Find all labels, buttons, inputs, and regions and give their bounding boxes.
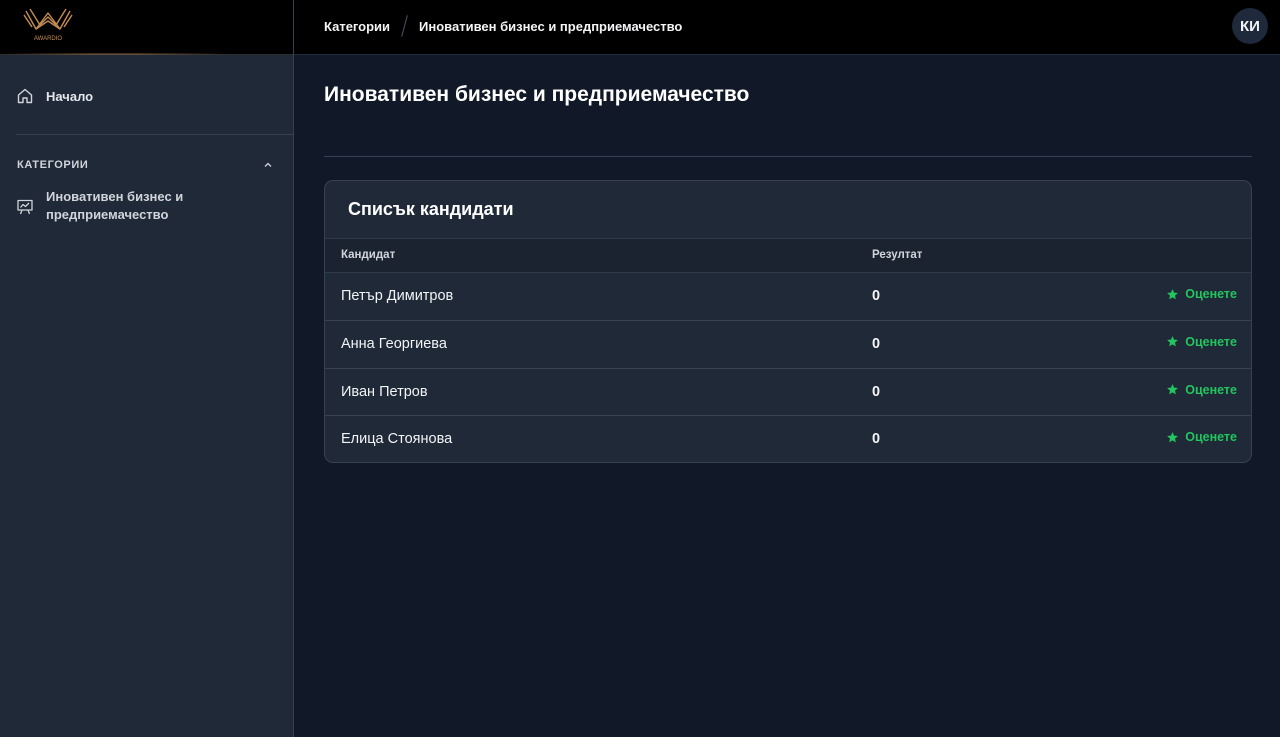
star-icon: [1167, 431, 1179, 443]
sidebar-item-category[interactable]: Иновативен бизнес и предприемачество: [16, 188, 276, 224]
table-header: Кандидат Резултат: [325, 238, 1251, 273]
star-icon: [1167, 288, 1179, 299]
rate-button[interactable]: Оценете: [1166, 287, 1237, 301]
content-divider: [324, 156, 1252, 157]
sidebar: AWARDIO Начало КАТЕГОРИИ Иновативен бизн…: [0, 0, 294, 737]
user-avatar[interactable]: КИ: [1232, 8, 1268, 44]
sidebar-item-category-label: Иновативен бизнес и предприемачество: [46, 189, 184, 222]
breadcrumb-categories-link[interactable]: Категории: [324, 19, 390, 34]
star-icon: [1167, 336, 1179, 347]
breadcrumb-current: Иновативен бизнес и предприемачество: [419, 18, 683, 34]
app: AWARDIO Начало КАТЕГОРИИ Иновативен бизн…: [0, 0, 1280, 737]
rate-button-label: Оценете: [1185, 287, 1237, 301]
presentation-chart-icon: [17, 199, 33, 215]
categories-heading: КАТЕГОРИИ: [17, 159, 89, 171]
column-header-score: Резултат: [872, 249, 923, 261]
column-header-candidate: Кандидат: [341, 249, 396, 261]
table-row: Иван Петров 0 Оценете: [325, 369, 1251, 417]
chevron-up-icon: [264, 162, 272, 167]
rate-button-label: Оценете: [1185, 430, 1237, 445]
card-title: Списък кандидати: [348, 199, 514, 219]
logo-area: AWARDIO: [0, 0, 293, 55]
candidates-card: Списък кандидати Кандидат Резултат Петър…: [324, 180, 1252, 463]
rate-button-label: Оценете: [1185, 382, 1237, 397]
logo-text: AWARDIO: [34, 36, 63, 42]
table-body: Петър Димитров 0 Оценете Анна Георгиева …: [325, 273, 1251, 462]
sidebar-item-home-label: Начало: [46, 88, 94, 104]
home-icon: [17, 88, 33, 104]
candidate-score: 0: [872, 383, 881, 400]
logo-glow: [0, 53, 230, 55]
rate-button[interactable]: Оценете: [1166, 335, 1237, 349]
candidate-name: Иван Петров: [341, 383, 428, 400]
categories-section-toggle[interactable]: КАТЕГОРИИ: [17, 156, 273, 174]
sidebar-divider: [16, 134, 293, 135]
star-icon: [1167, 384, 1179, 395]
rate-button-label: Оценете: [1185, 334, 1237, 349]
breadcrumb: Категории Иновативен бизнес и предприема…: [324, 0, 682, 52]
sidebar-item-home[interactable]: Начало: [16, 84, 276, 108]
main-content: Иновативен бизнес и предприемачество Спи…: [294, 55, 1280, 737]
table-row: Анна Георгиева 0 Оценете: [325, 321, 1251, 369]
candidate-score: 0: [872, 288, 881, 304]
candidate-name: Петър Димитров: [341, 288, 454, 304]
candidate-name: Анна Георгиева: [341, 335, 447, 352]
rate-button[interactable]: Оценете: [1166, 383, 1237, 397]
rate-button[interactable]: Оценете: [1166, 430, 1237, 444]
candidate-score: 0: [872, 431, 881, 448]
candidate-name: Елица Стоянова: [341, 431, 453, 448]
breadcrumb-separator: [401, 15, 408, 37]
page-title: Иновативен бизнес и предприемачество: [324, 83, 750, 106]
candidate-score: 0: [872, 335, 881, 352]
table-row: Петър Димитров 0 Оценете: [325, 273, 1251, 321]
table-row: Елица Стоянова 0 Оценете: [325, 416, 1251, 462]
topbar: Категории Иновативен бизнес и предприема…: [294, 0, 1280, 55]
awardio-logo[interactable]: AWARDIO: [22, 5, 74, 43]
